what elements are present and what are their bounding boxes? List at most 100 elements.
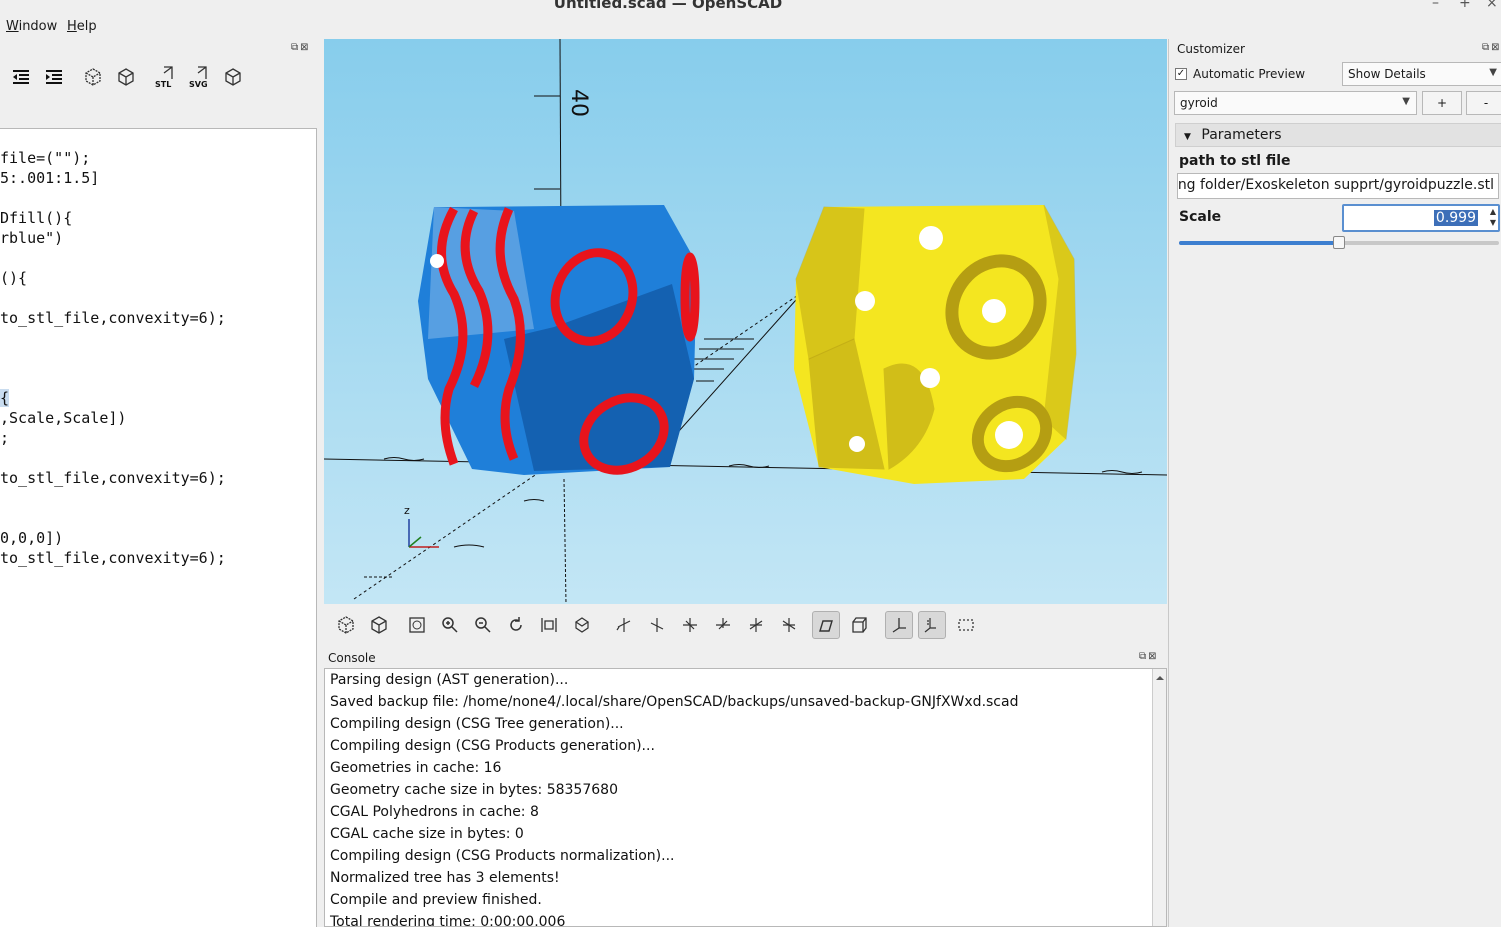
console-dock-buttons: ⧉⊠ <box>1139 651 1159 662</box>
view-back-button[interactable] <box>775 611 803 639</box>
code-editor[interactable]: file=(""); 5:.001:1.5] Dfill(){rblue") (){t… <box>0 128 317 927</box>
console-scrollbar[interactable] <box>1152 669 1167 926</box>
render-icon[interactable] <box>113 64 139 90</box>
orthogonal-icon <box>852 617 867 633</box>
menu-help-mnemonic: H <box>67 19 77 34</box>
view-right-icon <box>616 618 631 632</box>
maximize-button[interactable]: + <box>1459 0 1471 11</box>
view-diagonal-icon <box>574 617 590 633</box>
code-line: ; <box>0 429 10 447</box>
path-param-input[interactable]: ng folder/Exoskeleton supprt/gyroidpuzzl… <box>1177 173 1499 199</box>
zoom-in-button[interactable] <box>436 611 464 639</box>
code-line: to_stl_file,convexity=6); <box>0 309 226 327</box>
spin-down-icon[interactable]: ▼ <box>1490 218 1496 227</box>
details-select[interactable]: Show Details ▼ <box>1342 62 1501 86</box>
render-button[interactable] <box>365 611 393 639</box>
console-line: Saved backup file: /home/none4/.local/sh… <box>330 694 1019 710</box>
menu-window-mnemonic: W <box>6 19 19 34</box>
details-select-value: Show Details <box>1348 67 1426 81</box>
automatic-preview-label: Automatic Preview <box>1193 67 1306 81</box>
export-stl-icon[interactable]: STL <box>152 64 178 90</box>
show-edges-button[interactable] <box>952 611 980 639</box>
console-line: Compiling design (CSG Products normaliza… <box>330 848 675 864</box>
view-front-button[interactable] <box>742 611 770 639</box>
chevron-down-icon: ▼ <box>1489 67 1497 78</box>
float-icon[interactable]: ⧉ <box>1139 651 1148 662</box>
menu-window[interactable]: Window <box>6 19 57 34</box>
show-axes-button[interactable] <box>885 611 913 639</box>
parameters-section-title: Parameters <box>1201 127 1282 143</box>
view-front-icon <box>749 618 763 632</box>
view-center-icon <box>541 618 557 632</box>
gizmo-label: z <box>404 504 410 517</box>
preview-icon[interactable] <box>80 64 106 90</box>
show-scale-markers-button[interactable] <box>918 611 946 639</box>
zoom-out-button[interactable] <box>469 611 497 639</box>
scale-param-label: Scale <box>1179 209 1222 225</box>
console-title: Console <box>328 651 376 665</box>
indent-icon[interactable] <box>41 64 67 90</box>
close-button[interactable]: × <box>1486 0 1498 11</box>
console-panel: Console ⧉⊠ Parsing design (AST generatio… <box>324 648 1167 927</box>
orthogonal-button[interactable] <box>845 611 873 639</box>
view-left-icon <box>650 618 664 632</box>
menu-help[interactable]: Help <box>67 19 97 34</box>
minimize-button[interactable]: – <box>1432 0 1439 11</box>
view-right-button[interactable] <box>610 611 638 639</box>
parameters-section-header[interactable]: ▼ Parameters <box>1175 123 1501 147</box>
preset-select[interactable]: gyroid ▼ <box>1174 91 1417 115</box>
openscad-window: Untitled.scad — OpenSCAD – + × Window He… <box>0 0 1501 927</box>
export-svg-icon[interactable]: SVG <box>186 64 212 90</box>
console-line: Total rendering time: 0:00:00.006 <box>330 914 566 927</box>
console-output[interactable]: Parsing design (AST generation)... Saved … <box>324 668 1167 927</box>
code-line: 0,0,0]) <box>0 529 64 547</box>
code-line: file=(""); <box>0 149 91 167</box>
console-line: Compile and preview finished. <box>330 892 542 908</box>
editor-toolbar: STL SVG <box>0 64 322 98</box>
axis-tick-label: 40 <box>566 89 591 117</box>
path-param-value: ng folder/Exoskeleton supprt/gyroidpuzzl… <box>1177 177 1494 193</box>
path-param-label: path to stl file <box>1179 153 1291 169</box>
automatic-preview-checkbox[interactable]: ✓ <box>1175 68 1187 80</box>
window-title: Untitled.scad — OpenSCAD <box>553 0 783 12</box>
view-left-button[interactable] <box>643 611 671 639</box>
viewport-canvas[interactable]: 40 z <box>324 39 1167 604</box>
view-bottom-button[interactable] <box>709 611 737 639</box>
send-to-print-icon[interactable] <box>220 64 246 90</box>
reset-view-button[interactable] <box>502 611 530 639</box>
title-bar: Untitled.scad — OpenSCAD – + × <box>0 0 1501 14</box>
close-dock-icon[interactable]: ⊠ <box>300 42 310 53</box>
add-preset-button[interactable]: + <box>1422 91 1462 115</box>
close-dock-icon[interactable]: ⊠ <box>1148 651 1158 662</box>
code-line: to_stl_file,convexity=6); <box>0 469 226 487</box>
close-dock-icon[interactable]: ⊠ <box>1491 42 1501 53</box>
view-top-button[interactable] <box>676 611 704 639</box>
code-line: { <box>0 389 10 407</box>
stl-label: STL <box>155 80 171 89</box>
view-center-button[interactable] <box>535 611 563 639</box>
view-all-button[interactable] <box>403 611 431 639</box>
view-toolbar <box>324 604 1167 644</box>
float-icon[interactable]: ⧉ <box>291 42 300 53</box>
perspective-button[interactable] <box>812 611 840 639</box>
editor-pane: ⧉⊠ STL SVG file=(""); 5:.001:1.5] Dfill(… <box>0 38 322 927</box>
view-back-icon <box>782 618 796 632</box>
console-line: Parsing design (AST generation)... <box>330 672 569 688</box>
preview-button[interactable] <box>332 611 360 639</box>
scroll-up-icon[interactable] <box>1153 671 1167 685</box>
float-icon[interactable]: ⧉ <box>1482 42 1491 53</box>
scale-slider-handle[interactable] <box>1333 236 1345 249</box>
show-axes-icon <box>892 618 906 633</box>
menu-window-label: indow <box>18 19 58 34</box>
customizer-dock-buttons: ⧉⊠ <box>1482 42 1501 53</box>
unindent-icon[interactable] <box>8 64 34 90</box>
view-diagonal-button[interactable] <box>568 611 596 639</box>
customizer-panel: Customizer ⧉⊠ ✓ Automatic Preview Show D… <box>1168 39 1501 927</box>
remove-preset-button[interactable]: - <box>1466 91 1501 115</box>
code-line: 5:.001:1.5] <box>0 169 100 187</box>
3d-viewport[interactable]: 40 z <box>324 39 1167 604</box>
spin-up-icon[interactable]: ▲ <box>1490 207 1496 216</box>
scale-slider[interactable] <box>1179 236 1499 249</box>
scale-param-spinbox[interactable]: 0.999 ▲ ▼ <box>1342 204 1500 232</box>
collapse-arrow-icon: ▼ <box>1184 132 1191 142</box>
